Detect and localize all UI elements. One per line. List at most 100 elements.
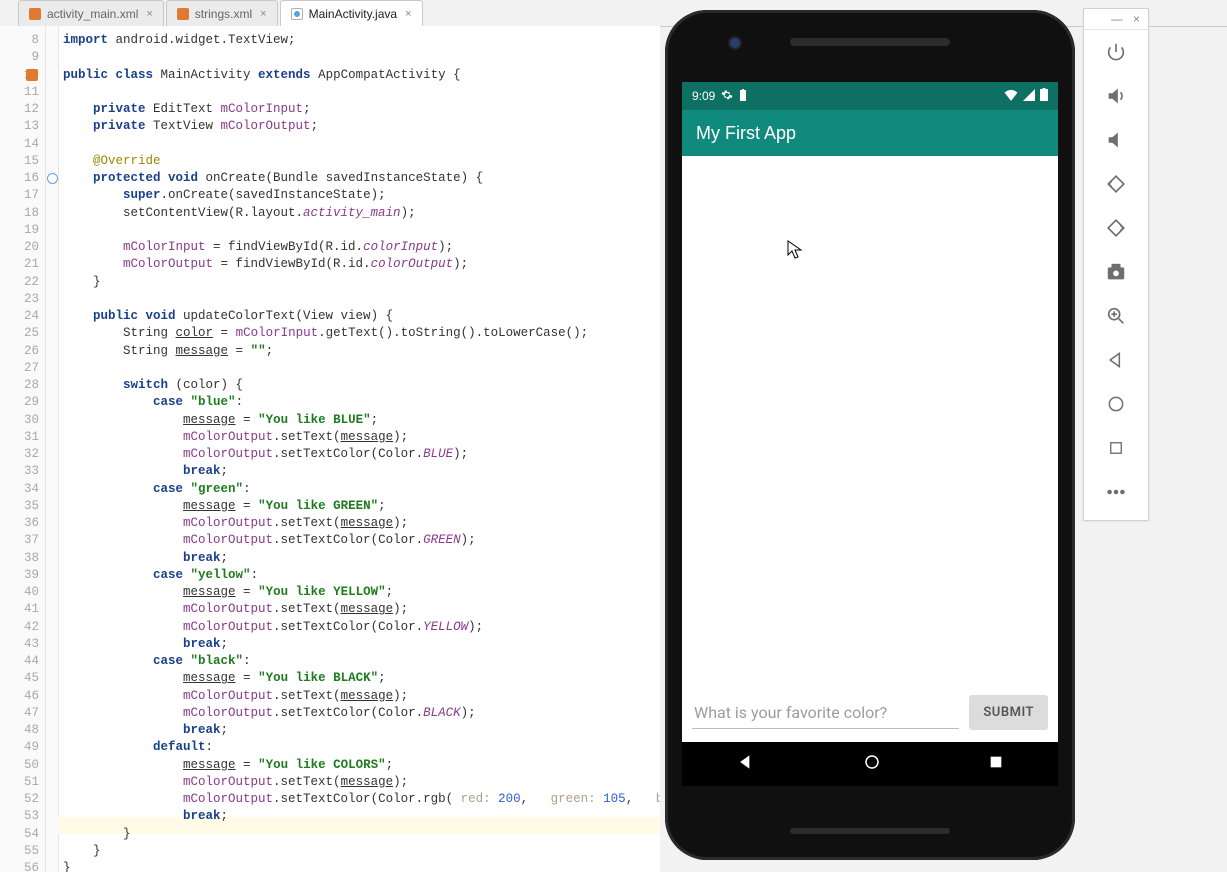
code-line: mColorOutput.setText(message);: [63, 515, 660, 532]
code-line: case "yellow":: [63, 567, 660, 584]
android-emulator-device: 9:09 My First App: [665, 10, 1075, 860]
tab-label: activity_main.xml: [47, 7, 138, 21]
zoom-icon[interactable]: [1084, 294, 1148, 338]
android-nav-bar: [682, 742, 1058, 786]
device-screen[interactable]: 9:09 My First App: [682, 82, 1058, 742]
code-line: break;: [63, 636, 660, 653]
close-icon[interactable]: ×: [260, 8, 266, 20]
minimize-button[interactable]: —: [1111, 12, 1123, 26]
code-line: message = "You like BLUE";: [63, 412, 660, 429]
app-title: My First App: [696, 123, 796, 144]
code-line: setContentView(R.layout.activity_main);: [63, 205, 660, 222]
more-icon[interactable]: [1084, 470, 1148, 514]
code-line: break;: [63, 808, 660, 825]
wifi-icon: [1004, 89, 1018, 104]
rotate-right-icon[interactable]: [1084, 206, 1148, 250]
code-line: mColorOutput.setText(message);: [63, 774, 660, 791]
tab-label: strings.xml: [195, 7, 252, 21]
code-area[interactable]: import android.widget.TextView; public c…: [59, 26, 660, 872]
camera-icon[interactable]: [1084, 250, 1148, 294]
close-icon[interactable]: ×: [146, 8, 152, 20]
close-icon[interactable]: ×: [405, 8, 411, 20]
color-input[interactable]: [692, 697, 959, 729]
code-line: mColorOutput.setTextColor(Color.YELLOW);: [63, 619, 660, 636]
code-line: }: [63, 843, 660, 860]
code-line: [63, 360, 660, 377]
code-line: import android.widget.TextView;: [63, 32, 660, 49]
android-app-bar: My First App: [682, 110, 1058, 156]
override-marker-icon[interactable]: [47, 173, 58, 184]
code-line: [63, 291, 660, 308]
code-line: default:: [63, 739, 660, 756]
settings-icon: [721, 89, 733, 104]
tab-mainactivity-java[interactable]: MainActivity.java ×: [280, 0, 423, 26]
battery-icon-small: [739, 89, 747, 104]
code-line: message = "You like YELLOW";: [63, 584, 660, 601]
volume-down-icon[interactable]: [1084, 118, 1148, 162]
nav-home-icon[interactable]: [863, 753, 881, 776]
code-line: mColorOutput.setText(message);: [63, 429, 660, 446]
close-button[interactable]: ×: [1133, 12, 1140, 26]
code-line: }: [63, 274, 660, 291]
tab-strings-xml[interactable]: strings.xml ×: [166, 0, 278, 26]
rotate-left-icon[interactable]: [1084, 162, 1148, 206]
code-editor[interactable]: 8 9 10 11 12 13 14 15 16 17 18 19 20 21 …: [0, 26, 660, 872]
code-line: public void updateColorText(View view) {: [63, 308, 660, 325]
emulator-toolbar: — ×: [1083, 8, 1149, 521]
line-number-gutter: 8 9 10 11 12 13 14 15 16 17 18 19 20 21 …: [0, 26, 46, 872]
input-row: SUBMIT: [692, 695, 1048, 730]
power-icon[interactable]: [1084, 30, 1148, 74]
back-icon[interactable]: [1084, 338, 1148, 382]
code-line: [63, 84, 660, 101]
code-line: mColorOutput.setText(message);: [63, 601, 660, 618]
code-line: mColorOutput.setTextColor(Color.BLACK);: [63, 705, 660, 722]
code-line: [63, 136, 660, 153]
overview-icon[interactable]: [1084, 426, 1148, 470]
code-line: }: [63, 826, 660, 843]
code-line: [63, 222, 660, 239]
code-line: break;: [63, 550, 660, 567]
breakpoint-icon[interactable]: [26, 69, 38, 81]
nav-overview-icon[interactable]: [988, 754, 1004, 775]
code-line: @Override: [63, 153, 660, 170]
code-line: mColorOutput.setTextColor(Color.GREEN);: [63, 532, 660, 549]
code-line: message = "You like GREEN";: [63, 498, 660, 515]
code-line: mColorOutput.setTextColor(Color.rgb( red…: [63, 791, 660, 808]
code-line: private EditText mColorInput;: [63, 101, 660, 118]
code-line: message = "You like COLORS";: [63, 757, 660, 774]
android-status-bar: 9:09: [682, 82, 1058, 110]
code-line: mColorInput = findViewById(R.id.colorInp…: [63, 239, 660, 256]
battery-icon: [1040, 88, 1048, 104]
code-line: mColorOutput = findViewById(R.id.colorOu…: [63, 256, 660, 273]
xml-file-icon: [177, 8, 189, 20]
code-line: case "blue":: [63, 394, 660, 411]
code-line: String message = "";: [63, 343, 660, 360]
submit-button[interactable]: SUBMIT: [969, 695, 1048, 730]
code-line: mColorOutput.setText(message);: [63, 688, 660, 705]
code-line: protected void onCreate(Bundle savedInst…: [63, 170, 660, 187]
code-line: [63, 49, 660, 66]
gutter-margin: [46, 26, 59, 872]
nav-back-icon[interactable]: [736, 752, 756, 777]
code-line: break;: [63, 463, 660, 480]
code-line: }: [63, 860, 660, 872]
volume-up-icon[interactable]: [1084, 74, 1148, 118]
signal-icon: [1023, 89, 1035, 104]
java-file-icon: [291, 8, 303, 20]
tab-activity_main-xml[interactable]: activity_main.xml ×: [18, 0, 164, 26]
device-camera: [730, 38, 740, 48]
code-line: switch (color) {: [63, 377, 660, 394]
status-time: 9:09: [692, 89, 715, 103]
home-icon[interactable]: [1084, 382, 1148, 426]
code-line: case "green":: [63, 481, 660, 498]
code-line: super.onCreate(savedInstanceState);: [63, 187, 660, 204]
emulator-toolbar-header: — ×: [1084, 9, 1148, 30]
code-line: private TextView mColorOutput;: [63, 118, 660, 135]
xml-file-icon: [29, 8, 41, 20]
app-content[interactable]: SUBMIT: [682, 156, 1058, 742]
code-line: public class MainActivity extends AppCom…: [63, 67, 660, 84]
code-line: mColorOutput.setTextColor(Color.BLUE);: [63, 446, 660, 463]
tab-label: MainActivity.java: [309, 7, 397, 21]
code-line: String color = mColorInput.getText().toS…: [63, 325, 660, 342]
gesture-bar: [790, 828, 950, 834]
